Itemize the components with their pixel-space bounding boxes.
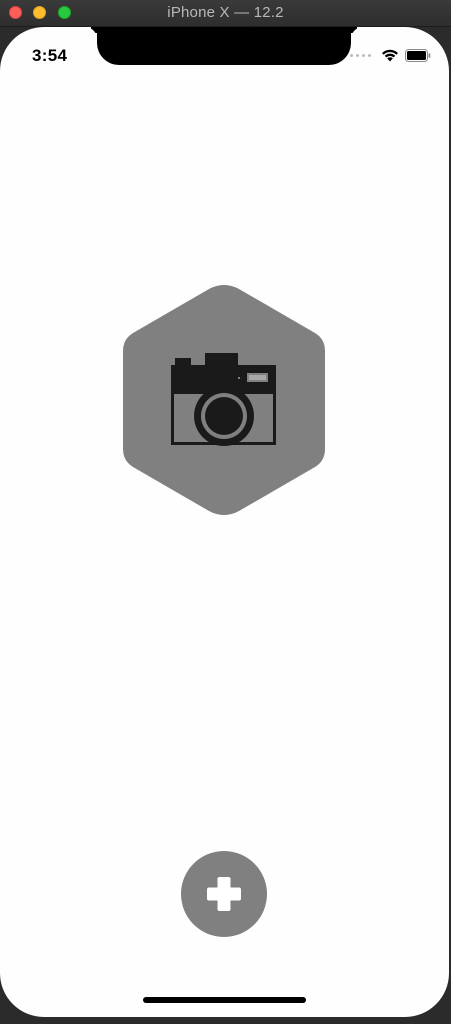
camera-icon xyxy=(171,353,276,446)
add-button[interactable] xyxy=(181,851,267,937)
window-titlebar: iPhone X — 12.2 xyxy=(0,0,451,27)
signal-dots-icon xyxy=(350,53,371,57)
battery-icon xyxy=(405,48,431,62)
hexagon-shape xyxy=(123,285,325,515)
simulator-window: iPhone X — 12.2 3:54 xyxy=(0,0,451,1024)
status-time: 3:54 xyxy=(32,46,68,65)
device-screen: 3:54 xyxy=(0,27,449,1017)
plus-icon xyxy=(207,877,241,911)
home-indicator[interactable] xyxy=(143,997,306,1003)
photo-placeholder[interactable] xyxy=(121,285,327,515)
status-icons xyxy=(350,47,431,63)
window-title: iPhone X — 12.2 xyxy=(167,4,284,21)
device-notch xyxy=(97,27,351,65)
wifi-icon xyxy=(382,49,398,62)
